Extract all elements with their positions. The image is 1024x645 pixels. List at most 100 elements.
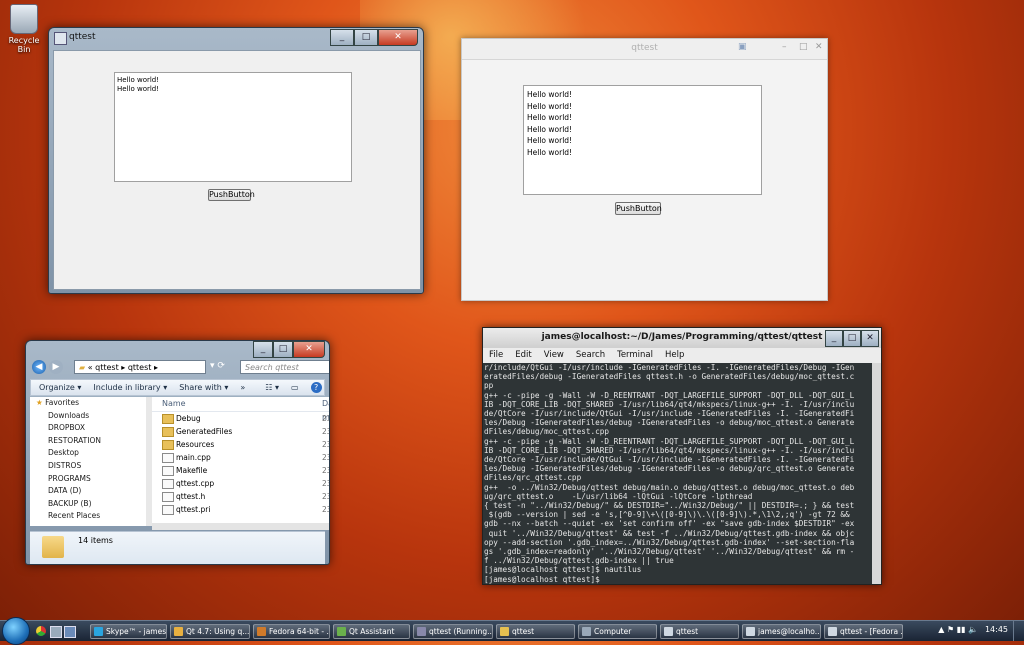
app-icon (828, 627, 837, 636)
text-line: Hello world! (527, 113, 573, 123)
close-button[interactable]: ✕ (815, 42, 823, 52)
maximize-button[interactable]: □ (799, 42, 808, 52)
breadcrumb-item[interactable]: qttest (128, 363, 152, 372)
switch-windows-quicklaunch-icon[interactable] (64, 626, 76, 638)
text-line: Hello world! (117, 85, 160, 93)
nav-item[interactable]: RESTORATION (30, 435, 146, 448)
taskbar-button[interactable]: Computer (578, 624, 657, 639)
nav-item[interactable]: Desktop (30, 447, 146, 460)
taskbar-button[interactable]: james@localho... (742, 624, 821, 639)
menu-edit[interactable]: Edit (515, 348, 531, 363)
include-in-library-button[interactable]: Include in library ▾ (93, 383, 167, 392)
share-with-button[interactable]: Share with ▾ (179, 383, 228, 392)
file-row[interactable]: qttest.cpp 23/09/ (152, 477, 329, 490)
text-output-area[interactable]: Hello world! Hello world! Hello world! H… (523, 85, 762, 195)
app-icon (500, 627, 509, 636)
close-button[interactable]: ✕ (378, 29, 418, 46)
taskbar-button[interactable]: qttest (660, 624, 739, 639)
file-name: main.cpp (176, 453, 211, 462)
address-bar[interactable]: ▰ « qttest ▸ qttest ▸ (74, 360, 206, 374)
nav-item[interactable]: DISTROS (30, 460, 146, 473)
title-bar[interactable]: james@localhost:~/D/James/Programming/qt… (483, 328, 881, 348)
organize-button[interactable]: Organize ▾ (39, 383, 81, 392)
taskbar-button[interactable]: qttest (496, 624, 575, 639)
recycle-bin-icon[interactable]: Recycle Bin (4, 4, 44, 54)
help-icon[interactable]: ? (310, 382, 322, 393)
chrome-quicklaunch-icon[interactable] (36, 626, 46, 636)
file-row[interactable]: GeneratedFiles 23/09/ (152, 425, 329, 438)
window-controls: _ □ ✕ (825, 330, 879, 347)
minimize-button[interactable]: _ (330, 29, 354, 46)
view-options-icon[interactable]: ☷ ▾ (265, 383, 279, 392)
taskbar-button[interactable]: Fedora 64-bit - ... (253, 624, 330, 639)
title-bar[interactable]: qttest ▣ – □ ✕ (462, 39, 827, 60)
maximize-button[interactable]: □ (273, 341, 293, 358)
nav-item[interactable]: DROPBOX (30, 422, 146, 435)
menu-file[interactable]: File (489, 348, 503, 363)
terminal-output[interactable]: r/include/QtGui -I/usr/include -IGenerat… (483, 363, 872, 584)
title-bar[interactable]: qttest _ □ ✕ (49, 28, 423, 50)
refresh-icon[interactable]: ▾ ⟳ (210, 361, 225, 371)
app-icon (417, 627, 426, 636)
taskbar-button[interactable]: Skype™ - james... (90, 624, 167, 639)
app-icon (582, 627, 591, 636)
file-row[interactable]: main.cpp 23/09/ (152, 451, 329, 464)
file-row[interactable]: Resources 23/09/ (152, 438, 329, 451)
minimize-button[interactable]: _ (253, 341, 273, 358)
close-button[interactable]: ✕ (293, 341, 325, 358)
star-icon: ★ (36, 398, 43, 407)
taskbar-button-label: qttest (676, 627, 699, 636)
column-name[interactable]: Name (162, 397, 186, 411)
file-name: Debug (176, 414, 201, 423)
taskbar-button[interactable]: qttest - [Fedora ... (824, 624, 903, 639)
file-row[interactable]: Debug 23/09/ (152, 412, 329, 425)
menu-search[interactable]: Search (576, 348, 605, 363)
item-count: 14 items (78, 536, 113, 545)
taskbar-button[interactable]: Qt 4.7: Using q... (170, 624, 250, 639)
clock[interactable]: 14:45 (985, 625, 1008, 634)
menu-terminal[interactable]: Terminal (617, 348, 653, 363)
window-controls: _ □ ✕ (330, 29, 418, 46)
file-date: 23/09/ (322, 505, 329, 514)
minimize-button[interactable]: – (782, 42, 787, 52)
push-button[interactable]: PushButton (615, 202, 662, 215)
text-output-area[interactable]: Hello world! Hello world! (114, 72, 352, 182)
taskbar-button[interactable]: qttest (Running... (413, 624, 493, 639)
push-button[interactable]: PushButton (208, 189, 255, 201)
menu-bar: File Edit View Search Terminal Help (483, 348, 881, 364)
start-button[interactable] (2, 617, 30, 645)
nav-item[interactable]: Recent Places (30, 510, 146, 523)
maximize-button[interactable]: □ (843, 330, 861, 347)
file-row[interactable]: qttest.h 23/09/ (152, 490, 329, 503)
show-desktop-quicklaunch-icon[interactable] (50, 626, 62, 638)
more-commands-button[interactable]: » (240, 383, 245, 392)
forward-button[interactable]: ▶ (49, 360, 63, 374)
minimize-button[interactable]: _ (825, 330, 843, 347)
file-row[interactable]: Makefile 23/09/ (152, 464, 329, 477)
breadcrumb-item[interactable]: qttest (95, 363, 119, 372)
app-icon (746, 627, 755, 636)
preview-pane-icon[interactable]: ▭ (291, 383, 299, 392)
search-input[interactable]: Search qttest (240, 360, 329, 374)
nav-item[interactable]: Downloads (30, 410, 146, 423)
back-button[interactable]: ◀ (32, 360, 46, 374)
file-row[interactable]: qttest.pri 23/09/ (152, 503, 329, 516)
taskbar-button-label: qttest (512, 627, 535, 636)
maximize-button[interactable]: □ (354, 29, 378, 46)
terminal-scrollbar[interactable] (872, 363, 881, 584)
taskbar-button-label: qttest (Running... (429, 627, 493, 636)
file-icon (162, 466, 174, 476)
close-button[interactable]: ✕ (861, 330, 879, 347)
nav-favorites[interactable]: ★ Favorites (30, 397, 146, 410)
nav-item[interactable]: BACKUP (B) (30, 498, 146, 511)
nav-item[interactable]: DATA (D) (30, 485, 146, 498)
menu-view[interactable]: View (544, 348, 564, 363)
menu-help[interactable]: Help (665, 348, 684, 363)
window-title: qttest (631, 43, 658, 53)
taskbar-button[interactable]: Qt Assistant (333, 624, 410, 639)
horizontal-scrollbar[interactable] (152, 523, 329, 530)
nav-item[interactable]: PROGRAMS (30, 473, 146, 486)
show-desktop-button[interactable] (1013, 621, 1024, 641)
window-title: james@localhost:~/D/James/Programming/qt… (541, 332, 823, 342)
notification-area-icons[interactable]: ▲ ⚑ ▮▮ 🔈 (938, 625, 978, 634)
